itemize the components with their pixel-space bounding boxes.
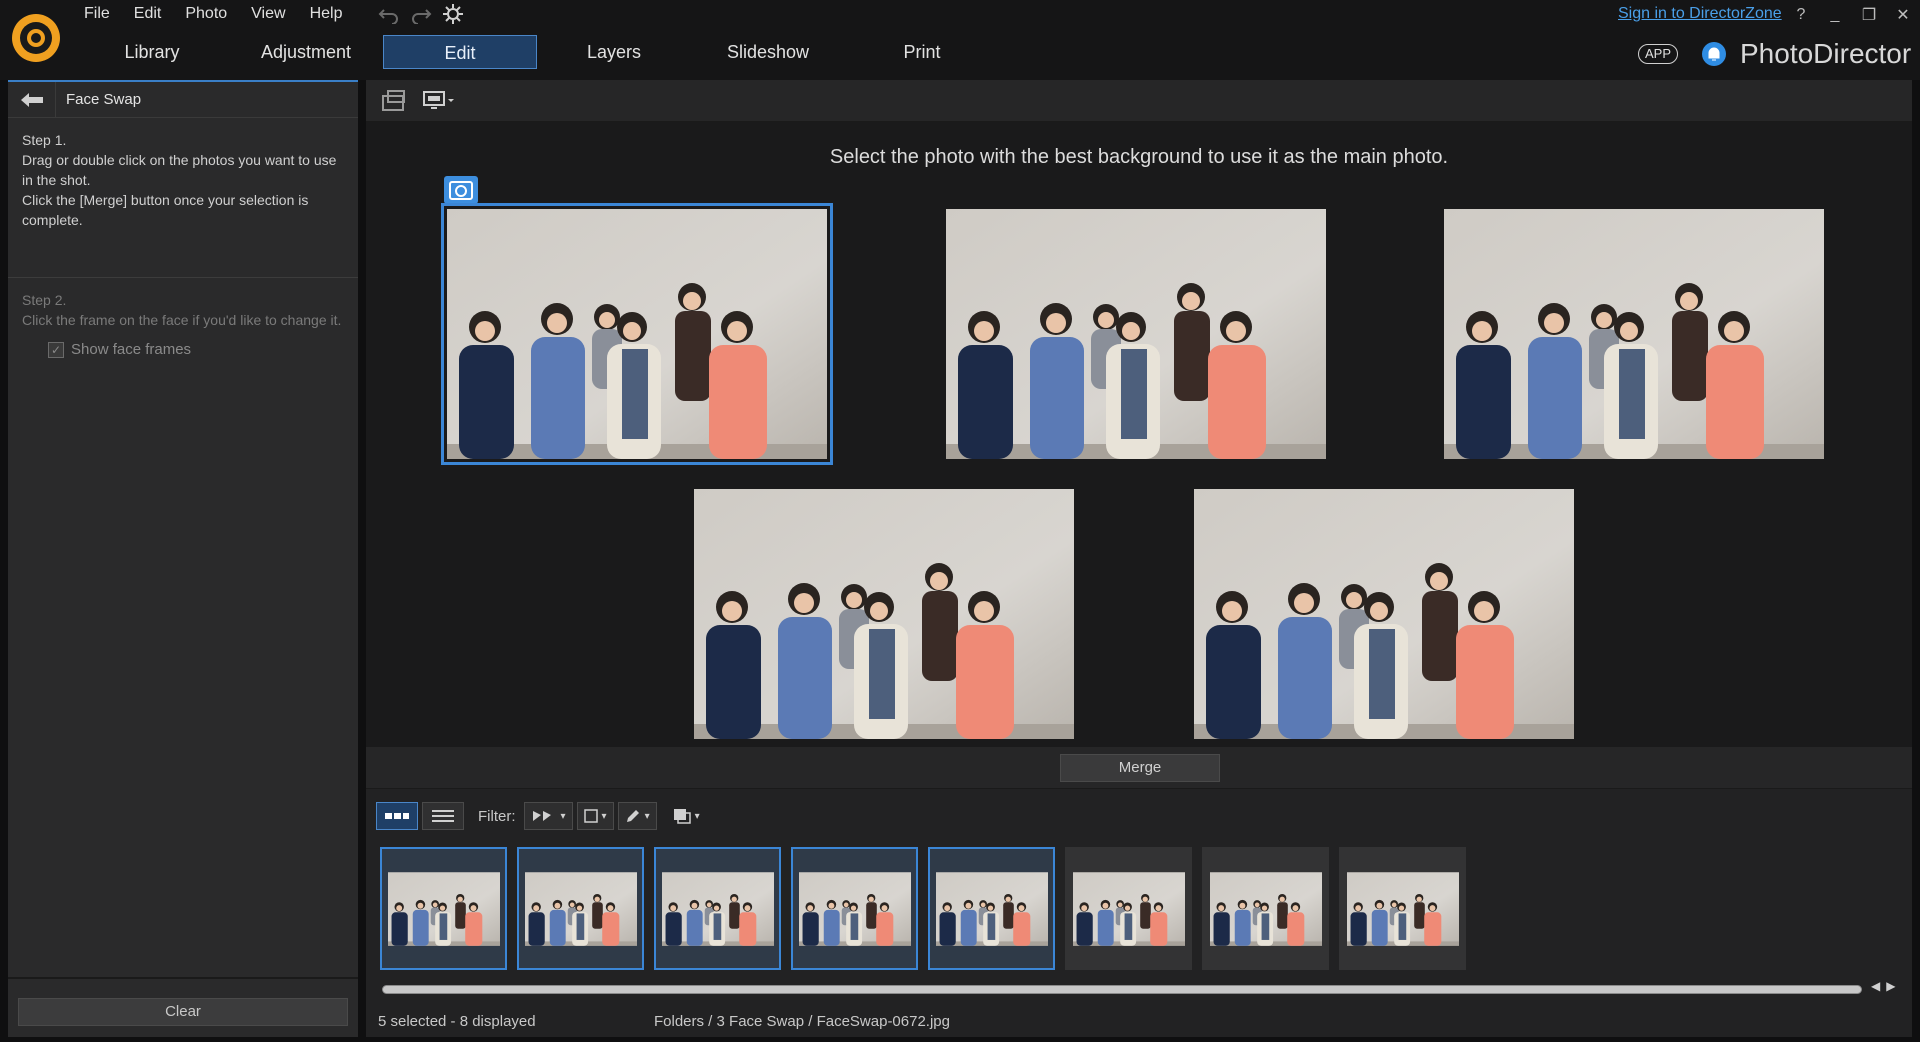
photo-stage: Select the photo with the best backgroun… [366, 122, 1912, 747]
scroll-arrows[interactable]: ◀▶ [1871, 979, 1901, 993]
show-face-frames-checkbox[interactable]: ✓ [48, 342, 64, 358]
step-1: Step 1. Drag or double click on the phot… [8, 118, 358, 278]
thumbnail-view-button[interactable] [376, 802, 418, 830]
notification-bell-icon[interactable] [1702, 42, 1726, 66]
stage-photo-1[interactable] [441, 203, 833, 465]
close-button[interactable]: ✕ [1894, 5, 1912, 25]
compare-view-icon[interactable] [380, 88, 408, 114]
tab-slideshow[interactable]: Slideshow [691, 35, 845, 69]
step-2-title: Step 2. [22, 292, 67, 308]
flag-filter-dropdown[interactable]: ▾ [523, 802, 573, 830]
flag-filter-icon [532, 811, 551, 821]
app-badge[interactable]: APP [1638, 44, 1679, 64]
tab-print[interactable]: Print [845, 35, 999, 69]
thumbnail-view-icon [385, 813, 409, 819]
main-photo-badge-icon [444, 176, 478, 204]
thumbnail[interactable] [654, 847, 781, 970]
merge-button[interactable]: Merge [1060, 754, 1220, 782]
stage-photo-2[interactable] [946, 209, 1326, 459]
rating-filter-dropdown[interactable]: ▾ [576, 802, 614, 830]
restore-button[interactable]: ❐ [1860, 5, 1878, 25]
title-bar: File Edit Photo View Help Library Adjust… [0, 0, 1920, 80]
help-button[interactable]: ? [1792, 6, 1810, 24]
thumbnail-strip [380, 847, 1466, 970]
stage-photo-5[interactable] [1194, 489, 1574, 739]
tab-layers[interactable]: Layers [537, 35, 691, 69]
tab-library[interactable]: Library [75, 35, 229, 69]
thumbnail[interactable] [517, 847, 644, 970]
show-face-frames-label: Show face frames [71, 341, 192, 358]
browser-toolbar: Filter: ▾ ▾ ▾ ▾ [376, 801, 706, 831]
horizontal-scrollbar[interactable] [382, 985, 1862, 994]
stack-dropdown[interactable]: ▾ [667, 802, 706, 830]
monitor-display-icon[interactable] [422, 88, 456, 114]
face-swap-panel: Face Swap Step 1. Drag or double click o… [8, 80, 358, 1037]
mode-tabs: Library Adjustment Edit Layers Slideshow… [75, 35, 999, 69]
step-1-text-2: Click the [Merge] button once your selec… [22, 192, 309, 228]
thumbnail[interactable] [1202, 847, 1329, 970]
menu-photo[interactable]: Photo [173, 3, 239, 25]
window-controls: ? _ ❐ ✕ [1792, 4, 1912, 26]
settings-gear-icon[interactable] [442, 3, 464, 25]
menu-view[interactable]: View [239, 3, 297, 25]
sign-in-link[interactable]: Sign in to DirectorZone [1618, 5, 1782, 23]
stack-icon [673, 809, 691, 824]
menu-file[interactable]: File [72, 3, 122, 25]
back-button[interactable] [8, 81, 56, 118]
main-area: Select the photo with the best backgroun… [366, 80, 1912, 1037]
stage-instruction: Select the photo with the best backgroun… [829, 146, 1449, 168]
edit-toolbar [366, 80, 1912, 122]
minimize-button[interactable]: _ [1826, 6, 1844, 24]
file-path: Folders / 3 Face Swap / FaceSwap-0672.jp… [654, 1013, 950, 1030]
redo-icon[interactable] [410, 4, 432, 24]
merge-bar: Merge [366, 747, 1912, 789]
panel-divider [8, 977, 358, 979]
step-2: Step 2. Click the frame on the face if y… [8, 278, 358, 360]
tab-adjustment[interactable]: Adjustment [229, 35, 383, 69]
thumbnail[interactable] [1065, 847, 1192, 970]
clear-button[interactable]: Clear [18, 998, 348, 1026]
app-logo-icon [12, 14, 60, 62]
menu-help[interactable]: Help [298, 3, 355, 25]
brand-name: PhotoDirector [1740, 38, 1912, 69]
back-arrow-icon [20, 92, 43, 107]
thumbnail[interactable] [928, 847, 1055, 970]
photo-browser: Filter: ▾ ▾ ▾ ▾ ◀▶ 5 selected - 8 displa… [366, 789, 1912, 1037]
show-face-frames-option[interactable]: ✓ Show face frames [22, 340, 344, 360]
undo-icon[interactable] [378, 4, 400, 24]
step-1-text: Drag or double click on the photos you w… [22, 152, 337, 188]
tab-edit[interactable]: Edit [383, 35, 537, 69]
rating-filter-icon [583, 809, 598, 823]
thumbnail[interactable] [380, 847, 507, 970]
label-filter-dropdown[interactable]: ▾ [617, 802, 657, 830]
panel-header: Face Swap [8, 81, 358, 118]
pen-filter-icon [626, 810, 639, 822]
thumbnail[interactable] [791, 847, 918, 970]
list-view-button[interactable] [422, 802, 464, 830]
menu-bar: File Edit Photo View Help [72, 3, 354, 25]
menu-edit[interactable]: Edit [122, 3, 174, 25]
selection-status: 5 selected - 8 displayed [378, 1013, 536, 1030]
panel-title: Face Swap [66, 91, 142, 108]
step-1-title: Step 1. [22, 132, 67, 148]
stage-photo-4[interactable] [694, 489, 1074, 739]
thumbnail[interactable] [1339, 847, 1466, 970]
filter-label: Filter: [478, 807, 516, 825]
list-view-icon [432, 810, 454, 822]
step-2-text: Click the frame on the face if you'd lik… [22, 312, 342, 328]
stage-photo-3[interactable] [1444, 209, 1824, 459]
